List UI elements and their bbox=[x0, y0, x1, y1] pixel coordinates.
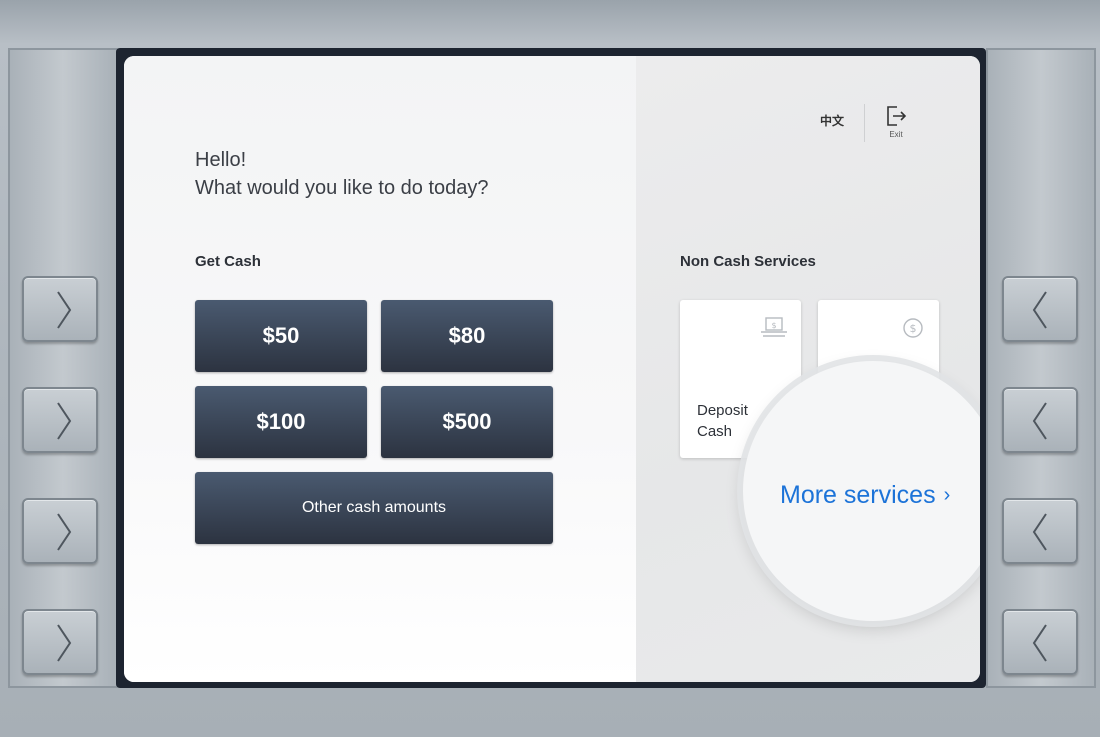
right-function-key-4[interactable] bbox=[1002, 609, 1078, 675]
dollar-coin-icon: $ bbox=[903, 318, 923, 338]
exit-button[interactable]: Exit bbox=[879, 104, 913, 142]
left-function-key-2[interactable] bbox=[22, 387, 98, 453]
left-function-key-3[interactable] bbox=[22, 498, 98, 564]
get-cash-heading: Get Cash bbox=[195, 253, 261, 270]
other-cash-amounts-button[interactable]: Other cash amounts bbox=[195, 472, 553, 544]
cash-500-button[interactable]: $500 bbox=[381, 386, 553, 458]
chevron-left-icon bbox=[1032, 291, 1047, 329]
cash-80-button[interactable]: $80 bbox=[381, 300, 553, 372]
left-key-panel bbox=[8, 48, 118, 688]
cash-100-button[interactable]: $100 bbox=[195, 386, 367, 458]
chevron-left-icon bbox=[1032, 402, 1047, 440]
chevron-right-icon: › bbox=[943, 484, 951, 506]
exit-door-icon bbox=[887, 106, 907, 126]
cash-50-button[interactable]: $50 bbox=[195, 300, 367, 372]
deposit-cash-label: Deposit Cash bbox=[697, 400, 748, 442]
get-cash-panel: Hello! What would you like to do today? … bbox=[124, 56, 636, 682]
chevron-left-icon bbox=[1032, 513, 1047, 551]
chevron-left-icon bbox=[1032, 624, 1047, 662]
left-function-key-4[interactable] bbox=[22, 609, 98, 675]
svg-text:$: $ bbox=[771, 321, 776, 330]
right-function-key-1[interactable] bbox=[1002, 276, 1078, 342]
left-function-key-1[interactable] bbox=[22, 276, 98, 342]
language-toggle[interactable]: 中文 bbox=[820, 112, 844, 129]
deposit-cash-label-line-1: Deposit bbox=[697, 402, 748, 419]
exit-label: Exit bbox=[889, 130, 903, 139]
non-cash-heading: Non Cash Services bbox=[680, 253, 816, 270]
chevron-right-icon bbox=[57, 624, 72, 662]
chevron-right-icon bbox=[57, 291, 72, 329]
greeting: Hello! What would you like to do today? bbox=[195, 146, 489, 202]
svg-text:$: $ bbox=[910, 322, 917, 335]
more-services-label: More services bbox=[780, 481, 936, 509]
deposit-icon: $ bbox=[761, 317, 787, 337]
chevron-right-icon bbox=[57, 513, 72, 551]
right-function-key-2[interactable] bbox=[1002, 387, 1078, 453]
greeting-line-1: Hello! bbox=[195, 149, 247, 171]
right-function-key-3[interactable] bbox=[1002, 498, 1078, 564]
right-key-panel bbox=[986, 48, 1096, 688]
header-divider bbox=[864, 104, 865, 142]
more-services-link[interactable]: More services › bbox=[780, 481, 950, 510]
chevron-right-icon bbox=[57, 402, 72, 440]
atm-screen: Hello! What would you like to do today? … bbox=[124, 56, 980, 682]
deposit-cash-label-line-2: Cash bbox=[697, 423, 733, 440]
greeting-line-2: What would you like to do today? bbox=[195, 177, 489, 199]
